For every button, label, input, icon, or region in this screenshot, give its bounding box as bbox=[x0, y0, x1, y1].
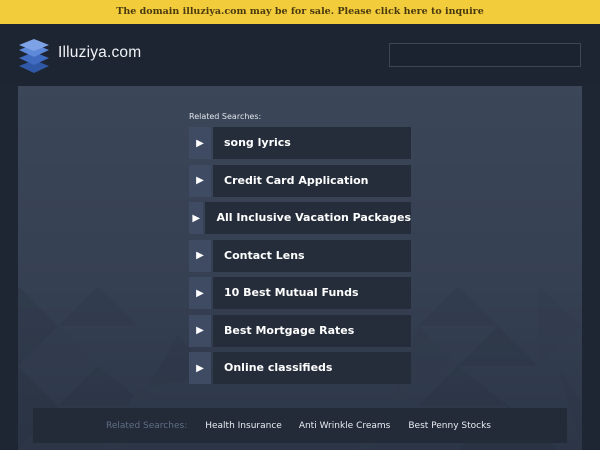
related-link[interactable]: ▶ Credit Card Application bbox=[189, 164, 411, 197]
related-link[interactable]: ▶ Online classifieds bbox=[189, 352, 411, 384]
related-link-label: 10 Best Mutual Funds bbox=[213, 277, 411, 309]
footer-link-best-penny-stocks[interactable]: Best Penny Stocks bbox=[408, 421, 491, 431]
arrow-right-icon: ▶ bbox=[189, 202, 204, 234]
related-link[interactable]: ▶ All Inclusive Vacation Packages bbox=[189, 202, 411, 234]
arrow-right-icon: ▶ bbox=[189, 127, 211, 159]
related-links-list: ▶ song lyrics ▶ Credit Card Application … bbox=[189, 127, 411, 390]
related-searches-label: Related Searches: bbox=[189, 112, 262, 121]
related-link[interactable]: ▶ Contact Lens bbox=[189, 239, 411, 272]
footer-related-label: Related Searches: bbox=[106, 420, 188, 431]
footer-link-anti-wrinkle-creams[interactable]: Anti Wrinkle Creams bbox=[299, 421, 391, 431]
stacked-layers-icon bbox=[19, 39, 49, 73]
related-link[interactable]: ▶ 10 Best Mutual Funds bbox=[189, 277, 411, 309]
arrow-right-icon: ▶ bbox=[189, 164, 211, 197]
related-link-label: Best Mortgage Rates bbox=[213, 314, 411, 347]
domain-sale-banner[interactable]: The domain illuziya.com may be for sale.… bbox=[0, 0, 600, 24]
footer-link-health-insurance[interactable]: Health Insurance bbox=[205, 421, 282, 431]
related-link-label: Credit Card Application bbox=[213, 164, 411, 197]
related-link-label: Online classifieds bbox=[213, 352, 411, 384]
footer-related-bar: Related Searches: Health Insurance Anti … bbox=[33, 408, 567, 443]
related-link[interactable]: ▶ Best Mortgage Rates bbox=[189, 314, 411, 347]
arrow-right-icon: ▶ bbox=[189, 352, 211, 384]
search-input[interactable] bbox=[389, 43, 581, 67]
arrow-right-icon: ▶ bbox=[189, 314, 211, 347]
arrow-right-icon: ▶ bbox=[189, 277, 211, 309]
related-link[interactable]: ▶ song lyrics bbox=[189, 127, 411, 159]
related-link-label: song lyrics bbox=[213, 127, 411, 159]
arrow-right-icon: ▶ bbox=[189, 239, 211, 272]
site-name[interactable]: Illuziya.com bbox=[58, 44, 141, 62]
related-link-label: Contact Lens bbox=[213, 239, 411, 272]
related-link-label: All Inclusive Vacation Packages bbox=[205, 202, 411, 234]
